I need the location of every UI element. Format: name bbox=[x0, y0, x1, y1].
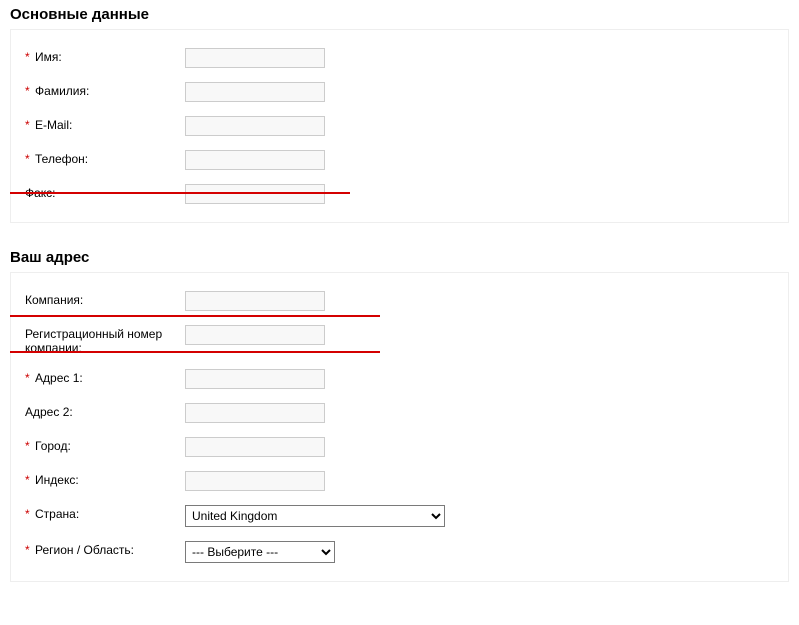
row-country: * Страна: United Kingdom bbox=[25, 505, 774, 527]
label-phone: Телефон: bbox=[35, 152, 88, 166]
input-phone[interactable] bbox=[185, 150, 325, 170]
label-region: Регион / Область: bbox=[35, 543, 134, 557]
strike-line-regnum bbox=[10, 351, 380, 353]
input-fax[interactable] bbox=[185, 184, 325, 204]
input-address2[interactable] bbox=[185, 403, 325, 423]
strike-line-company bbox=[10, 315, 380, 317]
label-address2: Адрес 2: bbox=[25, 405, 73, 419]
required-marker: * bbox=[25, 473, 30, 487]
row-city: * Город: bbox=[25, 437, 774, 457]
row-region: * Регион / Область: --- Выберите --- bbox=[25, 541, 774, 563]
label-city: Город: bbox=[35, 439, 71, 453]
label-address1: Адрес 1: bbox=[35, 371, 83, 385]
label-name: Имя: bbox=[35, 50, 62, 64]
row-email: * E-Mail: bbox=[25, 116, 774, 136]
row-phone: * Телефон: bbox=[25, 150, 774, 170]
strike-line-fax bbox=[10, 192, 350, 194]
required-marker: * bbox=[25, 84, 30, 98]
required-marker: * bbox=[25, 507, 30, 521]
panel-address: Компания: Регистрационный номер компании… bbox=[10, 272, 789, 582]
label-country: Страна: bbox=[35, 507, 79, 521]
label-company: Компания: bbox=[25, 293, 83, 307]
input-surname[interactable] bbox=[185, 82, 325, 102]
row-company: Компания: bbox=[25, 291, 774, 311]
required-marker: * bbox=[25, 118, 30, 132]
row-address1: * Адрес 1: bbox=[25, 369, 774, 389]
required-marker: * bbox=[25, 439, 30, 453]
input-postcode[interactable] bbox=[185, 471, 325, 491]
input-city[interactable] bbox=[185, 437, 325, 457]
required-marker: * bbox=[25, 543, 30, 557]
input-name[interactable] bbox=[185, 48, 325, 68]
input-company[interactable] bbox=[185, 291, 325, 311]
row-name: * Имя: bbox=[25, 48, 774, 68]
select-country[interactable]: United Kingdom bbox=[185, 505, 445, 527]
row-postcode: * Индекс: bbox=[25, 471, 774, 491]
input-email[interactable] bbox=[185, 116, 325, 136]
section-title-basic: Основные данные bbox=[0, 0, 799, 29]
section-title-address: Ваш адрес bbox=[0, 243, 799, 272]
required-marker: * bbox=[25, 50, 30, 64]
label-email: E-Mail: bbox=[35, 118, 72, 132]
label-surname: Фамилия: bbox=[35, 84, 89, 98]
row-address2: Адрес 2: bbox=[25, 403, 774, 423]
required-marker: * bbox=[25, 152, 30, 166]
input-address1[interactable] bbox=[185, 369, 325, 389]
row-surname: * Фамилия: bbox=[25, 82, 774, 102]
row-fax: Факс: bbox=[25, 184, 774, 204]
required-marker: * bbox=[25, 371, 30, 385]
input-regnum[interactable] bbox=[185, 325, 325, 345]
select-region[interactable]: --- Выберите --- bbox=[185, 541, 335, 563]
label-postcode: Индекс: bbox=[35, 473, 79, 487]
